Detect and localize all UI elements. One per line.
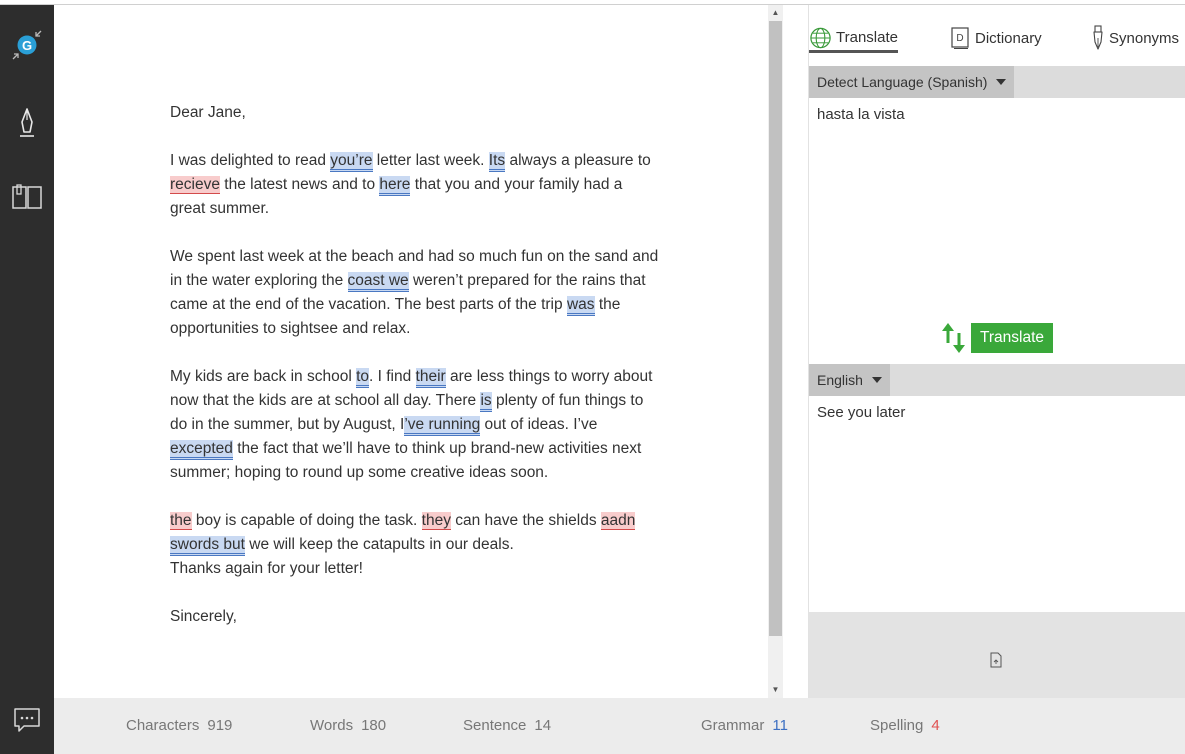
tab-dictionary[interactable]: D Dictionary bbox=[949, 25, 1042, 51]
document-editor[interactable]: Dear Jane, I was delighted to read you’r… bbox=[54, 5, 768, 698]
book-icon[interactable] bbox=[0, 183, 54, 211]
target-language-bar: English bbox=[809, 364, 1185, 396]
chevron-down-icon bbox=[996, 79, 1007, 85]
source-language-label: Detect Language (Spanish) bbox=[817, 74, 988, 90]
panel-tabs: Translate D Dictionary Synonyms bbox=[809, 5, 1185, 65]
thanks-line: Thanks again for your letter! bbox=[170, 560, 363, 577]
paragraph-1: I was delighted to read you’re letter la… bbox=[170, 152, 651, 217]
sentence-count: Sentence 14 bbox=[463, 717, 552, 734]
scroll-down-arrow-icon[interactable]: ▼ bbox=[768, 684, 783, 696]
svg-text:D: D bbox=[956, 33, 963, 44]
spelling-error[interactable]: the bbox=[170, 512, 192, 530]
tab-translate-label: Translate bbox=[836, 29, 898, 46]
left-rail: G bbox=[0, 5, 54, 754]
spelling-count[interactable]: Spelling 4 bbox=[870, 717, 940, 734]
grammar-error[interactable]: is bbox=[480, 392, 492, 412]
grammar-error[interactable]: was bbox=[566, 296, 595, 316]
paragraph-2: We spent last week at the beach and had … bbox=[170, 248, 659, 337]
grammar-error[interactable]: swords but bbox=[170, 536, 245, 556]
characters-count: Characters 919 bbox=[126, 717, 233, 734]
grammar-error[interactable]: Its bbox=[488, 152, 506, 172]
source-language-select[interactable]: Detect Language (Spanish) bbox=[809, 66, 1015, 98]
greeting: Dear Jane, bbox=[170, 104, 246, 121]
globe-icon bbox=[810, 27, 831, 48]
paragraph-4: the boy is capable of doing the task. th… bbox=[170, 509, 660, 557]
tab-synonyms[interactable]: Synonyms bbox=[1091, 25, 1179, 51]
source-language-bar: Detect Language (Spanish) bbox=[809, 66, 1185, 98]
grammar-count[interactable]: Grammar 11 bbox=[701, 717, 788, 734]
copy-document-icon[interactable] bbox=[989, 652, 1003, 673]
pen-nib-icon bbox=[1093, 25, 1103, 50]
source-text-input[interactable]: hasta la vista bbox=[817, 106, 905, 123]
scroll-up-arrow-icon[interactable]: ▲ bbox=[768, 7, 783, 19]
swap-languages-icon[interactable] bbox=[941, 321, 967, 360]
dictionary-icon: D bbox=[951, 27, 969, 49]
grammar-error[interactable]: you’re bbox=[330, 152, 373, 172]
words-count: Words 180 bbox=[310, 717, 387, 734]
grammar-error[interactable]: excepted bbox=[170, 440, 233, 460]
svg-text:G: G bbox=[22, 38, 32, 53]
panel-gap bbox=[783, 5, 808, 698]
grammar-error[interactable]: here bbox=[379, 176, 411, 196]
translated-text: See you later bbox=[817, 404, 906, 421]
app-logo-icon[interactable]: G bbox=[0, 27, 54, 63]
spelling-error[interactable]: aadn bbox=[600, 512, 636, 530]
chat-feedback-icon[interactable] bbox=[0, 705, 54, 735]
document-text[interactable]: Dear Jane, I was delighted to read you’r… bbox=[170, 101, 660, 653]
tab-dictionary-label: Dictionary bbox=[975, 29, 1042, 47]
spelling-error[interactable]: recieve bbox=[170, 176, 220, 194]
status-bar: Characters 919 Words 180 Sentence 14 Gramma… bbox=[54, 698, 1185, 754]
closing-line: Sincerely, bbox=[170, 608, 237, 625]
paragraph-3: My kids are back in school to. I find th… bbox=[170, 368, 653, 481]
grammar-error[interactable]: coast we bbox=[347, 272, 409, 292]
grammar-error[interactable]: ’ve running bbox=[404, 416, 481, 436]
chevron-down-icon bbox=[871, 377, 882, 383]
spelling-error[interactable]: they bbox=[421, 512, 451, 530]
target-language-select[interactable]: English bbox=[809, 364, 890, 396]
panel-footer bbox=[809, 612, 1185, 698]
grammar-error[interactable]: to bbox=[356, 368, 370, 388]
grammar-error[interactable]: their bbox=[415, 368, 446, 388]
tab-translate[interactable]: Translate bbox=[809, 25, 898, 53]
tab-synonyms-label: Synonyms bbox=[1109, 29, 1180, 47]
translation-panel: Translate D Dictionary Synonyms Detect L… bbox=[808, 5, 1185, 698]
translate-button[interactable]: Translate bbox=[971, 323, 1053, 353]
scrollbar-thumb[interactable] bbox=[769, 21, 782, 636]
edit-pen-icon[interactable] bbox=[0, 106, 54, 140]
editor-scrollbar[interactable]: ▲ ▼ bbox=[768, 5, 783, 698]
target-language-label: English bbox=[817, 372, 863, 388]
